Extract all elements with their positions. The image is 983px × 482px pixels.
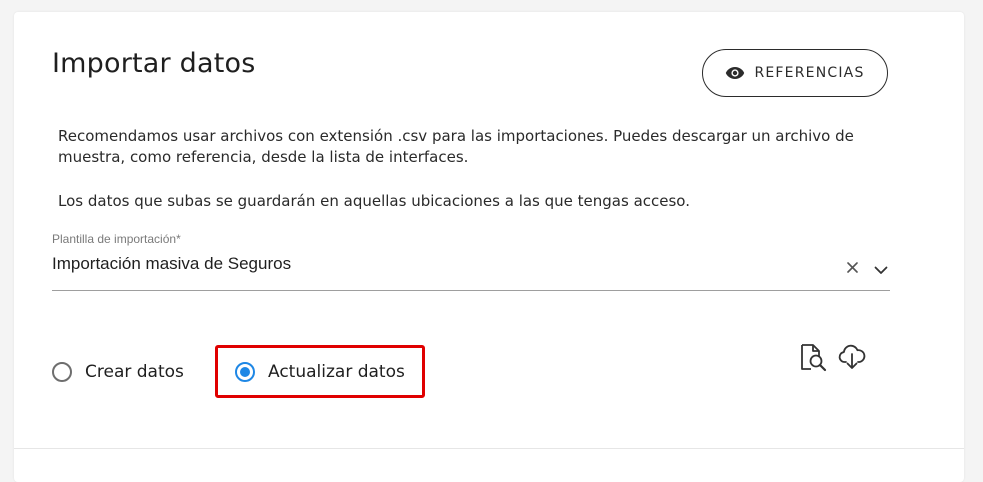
radio-update-data[interactable]: Actualizar datos (235, 362, 405, 382)
access-note: Los datos que subas se guardarán en aque… (58, 192, 690, 210)
radio-create-data-label: Crear datos (85, 362, 184, 382)
import-template-label: Plantilla de importación* (52, 232, 181, 246)
references-button-label: REFERENCIAS (754, 65, 865, 81)
eye-icon (725, 66, 745, 80)
radio-update-data-label: Actualizar datos (268, 362, 405, 382)
radio-create-data[interactable]: Crear datos (52, 362, 184, 382)
radio-button-checked[interactable] (235, 362, 255, 382)
import-card: Importar datos REFERENCIAS Recomendamos … (14, 12, 964, 482)
radio-button-unchecked[interactable] (52, 362, 72, 382)
import-template-value: Importación masiva de Seguros (52, 254, 292, 273)
file-search-icon[interactable] (799, 343, 827, 377)
import-description: Recomendamos usar archivos con extensión… (58, 127, 854, 166)
import-template-select[interactable]: Plantilla de importación* Importación ma… (52, 232, 890, 291)
cloud-download-icon[interactable] (838, 343, 866, 375)
chevron-down-icon[interactable] (874, 260, 888, 279)
close-icon[interactable] (847, 258, 858, 277)
section-divider (14, 448, 964, 449)
page-title: Importar datos (52, 48, 256, 79)
references-button[interactable]: REFERENCIAS (702, 49, 888, 97)
